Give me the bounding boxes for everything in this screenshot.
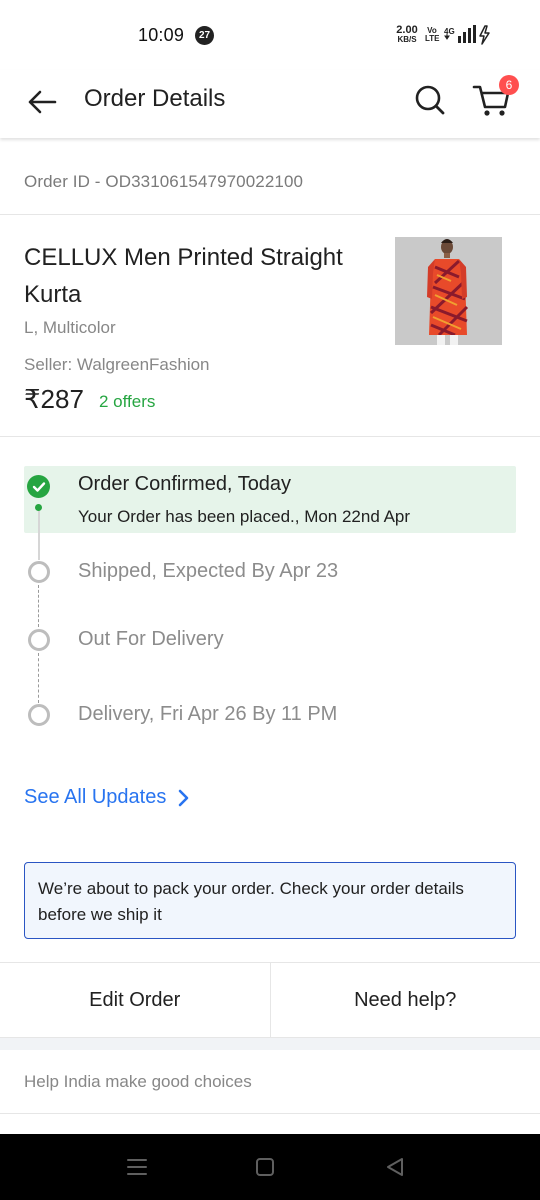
- step-pending-indicator: [28, 704, 50, 726]
- step-title-shipped: Shipped, Expected By Apr 23: [78, 560, 339, 582]
- help-india-text: Help India make good choices: [24, 1072, 252, 1091]
- nav-back-button[interactable]: [380, 1154, 410, 1180]
- pack-order-notice: We’re about to pack your order. Check yo…: [24, 862, 516, 939]
- timeline-connector-dashed: [38, 653, 39, 703]
- step-subtitle-confirmed: Your Order has been placed., Mon 22nd Ap…: [78, 507, 411, 526]
- page-title: Order Details: [84, 85, 226, 112]
- status-bar: 10:09 27 2.00 KB/S Vo LTE 4G: [0, 0, 540, 70]
- network-speed-unit: KB/S: [397, 35, 417, 44]
- search-button[interactable]: [410, 80, 450, 120]
- see-all-updates-label: See All Updates: [24, 786, 167, 808]
- timeline-progress-dot: [35, 504, 42, 511]
- home-square-icon: [256, 1158, 274, 1176]
- notification-count-badge: 27: [195, 26, 214, 45]
- product-variant: L, Multicolor: [24, 318, 116, 337]
- check-icon: [32, 481, 45, 492]
- step-title-confirmed: Order Confirmed, Today: [78, 473, 292, 495]
- back-button[interactable]: [22, 82, 62, 122]
- step-pending-indicator: [28, 629, 50, 651]
- status-time: 10:09: [138, 25, 185, 45]
- chevron-right-icon: [179, 789, 189, 806]
- need-help-button[interactable]: Need help?: [269, 963, 540, 1037]
- network-type-label: 4G: [444, 27, 455, 36]
- recents-button[interactable]: [122, 1154, 152, 1180]
- step-title-out-for-delivery: Out For Delivery: [78, 628, 224, 650]
- order-id-row: Order ID - OD331061547970022100: [0, 138, 540, 215]
- timeline-connector: [38, 511, 40, 560]
- volte-indicator: Vo LTE: [425, 27, 440, 43]
- step-done-indicator: [27, 475, 50, 498]
- help-india-section[interactable]: Help India make good choices: [0, 1050, 540, 1114]
- back-arrow-icon: [28, 90, 57, 114]
- order-id: Order ID - OD331061547970022100: [24, 172, 304, 191]
- section-divider: [0, 1038, 540, 1050]
- network-speed: 2.00 KB/S: [394, 24, 420, 45]
- product-seller: Seller: WalgreenFashion: [24, 355, 210, 374]
- search-icon: [415, 85, 445, 115]
- system-navigation-bar: [0, 1134, 540, 1200]
- back-triangle-icon: [387, 1158, 403, 1176]
- network-speed-value: 2.00: [396, 24, 418, 36]
- see-all-updates-link[interactable]: See All Updates: [24, 786, 190, 809]
- home-button[interactable]: [250, 1154, 280, 1180]
- step-pending-indicator: [28, 561, 50, 583]
- order-actions: Edit Order Need help?: [0, 962, 540, 1038]
- product-card[interactable]: CELLUX Men Printed Straight Kurta L, Mul…: [0, 215, 540, 437]
- offers-link[interactable]: 2 offers: [99, 392, 155, 412]
- product-price: ₹287: [24, 384, 84, 414]
- volte-line2: LTE: [425, 34, 440, 43]
- app-bar: Order Details: [0, 70, 540, 138]
- product-title: CELLUX Men Printed Straight Kurta: [24, 244, 343, 308]
- order-timeline: Order Confirmed, Today Your Order has be…: [0, 438, 540, 838]
- menu-icon: [127, 1159, 147, 1175]
- kurta-image: [395, 237, 502, 345]
- step-title-delivery: Delivery, Fri Apr 26 By 11 PM: [78, 703, 338, 725]
- cart-count-badge: 6: [499, 75, 519, 95]
- edit-order-button[interactable]: Edit Order: [0, 963, 270, 1037]
- product-image[interactable]: [395, 237, 502, 345]
- timeline-connector-dashed: [38, 585, 39, 627]
- signal-battery-icon: 4G: [444, 25, 490, 45]
